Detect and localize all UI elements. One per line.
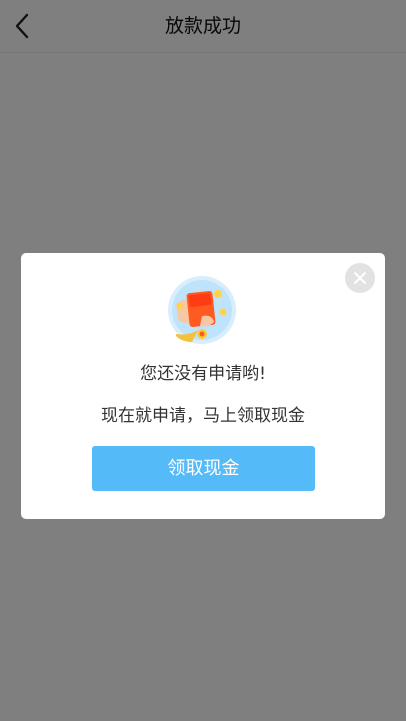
red-envelope-icon (168, 276, 236, 344)
close-button[interactable] (345, 263, 375, 293)
modal-dialog: 您还没有申请哟! 现在就申请，马上领取现金 领取现金 (21, 253, 385, 519)
modal-message: 您还没有申请哟! (140, 364, 266, 384)
close-icon (354, 272, 366, 284)
page: 放款成功 您还没有申请哟! 现在 (0, 0, 406, 721)
claim-cash-button[interactable]: 领取现金 (92, 446, 315, 491)
modal-sub-message: 现在就申请，马上领取现金 (101, 406, 305, 426)
